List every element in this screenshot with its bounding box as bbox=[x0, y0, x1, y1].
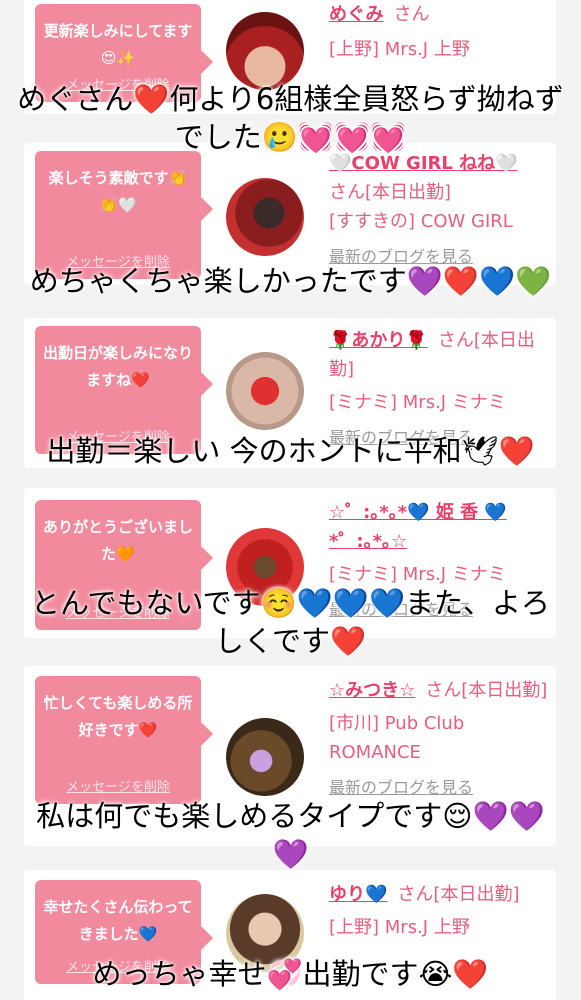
honorific: さん bbox=[393, 4, 430, 25]
shop-link[interactable]: [上野] Mrs.J 上野 bbox=[329, 35, 549, 64]
profile-name-link[interactable]: ゆり💙 bbox=[329, 884, 387, 905]
delete-message-link[interactable]: メッセージを削除 bbox=[35, 780, 201, 796]
caption-overlay: 出勤＝楽しい 今のホントに平和🕊❤️ bbox=[46, 434, 535, 468]
message-text: 忙しくても楽しめる所好きです❤️ bbox=[43, 694, 193, 739]
shop-link[interactable]: [すすきの] COW GIRL bbox=[329, 207, 549, 236]
avatar[interactable] bbox=[226, 352, 304, 430]
message-bubble: 楽しそう素敵です👏👏🤍 メッセージを削除 bbox=[35, 151, 213, 279]
profile-name-link[interactable]: ☆みつき☆ bbox=[329, 680, 415, 701]
status-label: [本日出勤] bbox=[433, 884, 520, 905]
profile-info: 🤍COW GIRL ねね🤍 さん[本日出勤] [すすきの] COW GIRL 最… bbox=[329, 149, 549, 271]
avatar[interactable] bbox=[226, 178, 304, 256]
avatar[interactable] bbox=[226, 718, 304, 796]
honorific: さん bbox=[437, 330, 474, 351]
profile-info: ゆり💙 さん[本日出勤] [上野] Mrs.J 上野 bbox=[329, 880, 549, 942]
message-text: 幸せたくさん伝わってきました💙 bbox=[43, 898, 193, 943]
caption-overlay: めっちゃ幸せ💞出勤です😭❤️ bbox=[92, 957, 489, 991]
avatar[interactable] bbox=[226, 12, 304, 90]
profile-info: めぐみ さん [上野] Mrs.J 上野 bbox=[329, 0, 549, 64]
honorific: さん bbox=[425, 680, 462, 701]
caption-overlay: 私は何でも楽しめるタイプです😌💜💜💜 bbox=[36, 799, 545, 871]
profile-info: ☆みつき☆ さん[本日出勤] [市川] Pub Club ROMANCE 最新のブ… bbox=[329, 676, 549, 802]
shop-link[interactable]: [上野] Mrs.J 上野 bbox=[329, 913, 549, 942]
message-bubble: 忙しくても楽しめる所好きです❤️ メッセージを削除 bbox=[35, 676, 213, 804]
status-label: [本日出勤] bbox=[461, 680, 548, 701]
caption-overlay: めぐさん❤️何より6組様全員怒らず拗ねずでした🥲💓💓💓 bbox=[17, 82, 564, 154]
honorific: さん bbox=[397, 884, 434, 905]
message-text: 出勤日が楽しみになりますね❤️ bbox=[43, 344, 194, 389]
message-text: ありがとうございました🧡 bbox=[43, 518, 194, 563]
status-label: [本日出勤] bbox=[365, 182, 452, 203]
message-text: 更新楽しみにしてます😍✨ bbox=[43, 22, 193, 67]
message-text: 楽しそう素敵です👏👏🤍 bbox=[48, 169, 188, 214]
profile-name-link[interactable]: めぐみ bbox=[329, 4, 384, 25]
profile-name-link[interactable]: ☆゜:｡*｡*💙 姫 香 💙*゜:｡*｡☆ bbox=[329, 498, 549, 556]
honorific: さん bbox=[329, 182, 365, 203]
shop-link[interactable]: [ミナミ] Mrs.J ミナミ bbox=[329, 388, 549, 417]
caption-overlay: とんでもないです☺️💙💙💙また、よろしくです❤️ bbox=[30, 586, 551, 658]
shop-link[interactable]: [市川] Pub Club ROMANCE bbox=[329, 709, 549, 767]
caption-overlay: めちゃくちゃ楽しかったです💜❤️💙💚 bbox=[29, 264, 552, 298]
profile-name-link[interactable]: 🌹あかり🌹 bbox=[329, 330, 428, 351]
